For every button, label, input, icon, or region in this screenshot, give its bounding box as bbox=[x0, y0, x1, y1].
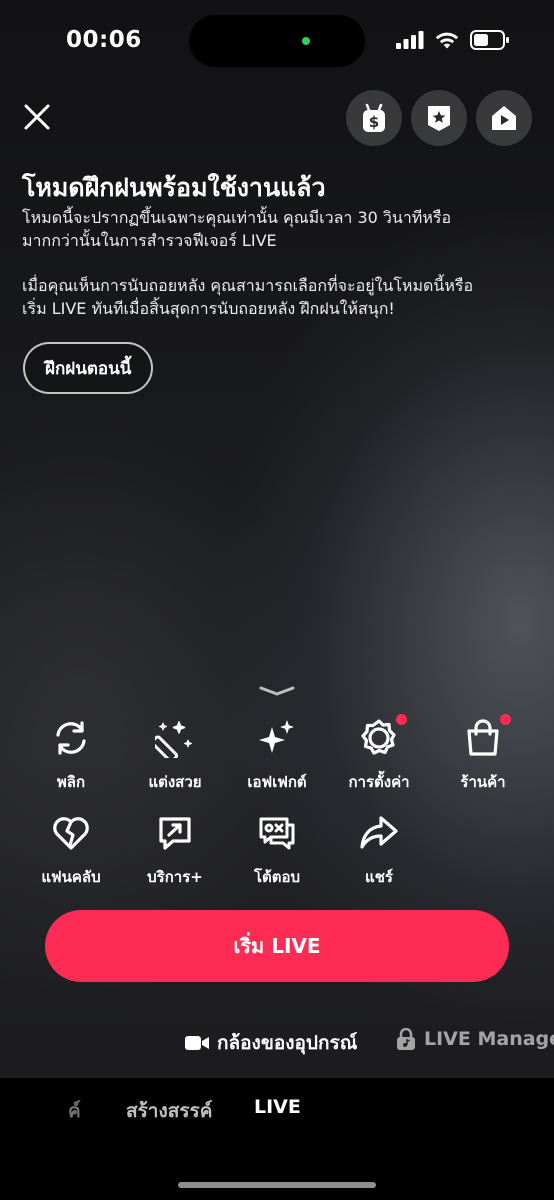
services-plus-icon bbox=[153, 811, 197, 855]
wifi-icon bbox=[435, 32, 459, 48]
mode-tab-live[interactable]: LIVE bbox=[254, 1096, 301, 1118]
signal-icon bbox=[396, 31, 424, 49]
home-indicator bbox=[178, 1182, 376, 1188]
tool-label: โต้ตอบ bbox=[253, 868, 301, 886]
settings-gear-icon bbox=[357, 714, 407, 760]
practice-description-2: เมื่อคุณเห็นการนับถอยหลัง คุณสามารถเลือก… bbox=[22, 274, 522, 320]
practice-description-1-line-1: โหมดนี้จะปรากฏขึ้นเฉพาะคุณเท่านั้น คุณมี… bbox=[22, 208, 452, 227]
interact-chat-icon bbox=[255, 811, 299, 855]
tool-services[interactable]: บริการ+ bbox=[130, 811, 220, 889]
notification-dot bbox=[396, 714, 407, 725]
close-icon bbox=[24, 104, 50, 130]
mode-tab-create[interactable]: สร้างสรรค์ bbox=[126, 1096, 212, 1126]
dynamic-island bbox=[189, 15, 365, 67]
device-camera-label: กล้องของอุปกรณ์ bbox=[217, 1032, 358, 1054]
live-home-icon bbox=[492, 106, 516, 130]
shopping-bag-icon bbox=[461, 714, 511, 760]
share-arrow-icon bbox=[357, 811, 401, 855]
tool-settings[interactable]: การตั้งค่า bbox=[334, 714, 424, 794]
flip-camera-icon bbox=[49, 716, 93, 760]
gift-money-button[interactable]: $ bbox=[346, 90, 402, 146]
svg-text:$: $ bbox=[369, 113, 379, 131]
beauty-wand-icon bbox=[153, 716, 197, 760]
tool-label: เอฟเฟกต์ bbox=[247, 773, 307, 791]
practice-description-2-line-1: เมื่อคุณเห็นการนับถอยหลัง คุณสามารถเลือก… bbox=[22, 276, 474, 295]
practice-now-button[interactable]: ฝึกฝนตอนนี้ bbox=[23, 342, 154, 394]
live-home-button[interactable] bbox=[476, 90, 532, 146]
lock-music-icon bbox=[397, 1028, 415, 1050]
tool-effects[interactable]: เอฟเฟกต์ bbox=[232, 716, 322, 794]
video-camera-icon bbox=[185, 1036, 209, 1050]
camera-indicator-dot bbox=[302, 37, 310, 45]
tool-interact[interactable]: โต้ตอบ bbox=[232, 811, 322, 889]
tool-fan-club[interactable]: แฟนคลับ bbox=[26, 811, 116, 889]
practice-description-1: โหมดนี้จะปรากฏขึ้นเฉพาะคุณเท่านั้น คุณมี… bbox=[22, 206, 522, 252]
status-icons bbox=[396, 30, 510, 50]
effects-sparkle-icon bbox=[255, 716, 299, 760]
status-time: 00:06 bbox=[66, 27, 142, 53]
tool-share[interactable]: แชร์ bbox=[334, 811, 424, 889]
ranking-badge-button[interactable] bbox=[411, 90, 467, 146]
go-live-button[interactable]: เริ่ม LIVE bbox=[45, 910, 509, 982]
device-camera-option[interactable]: กล้องของอุปกรณ์ bbox=[185, 1028, 357, 1058]
chevron-down-icon[interactable] bbox=[258, 684, 296, 698]
practice-mode-title: โหมดฝึกฝนพร้อมใช้งานแล้ว bbox=[22, 173, 326, 202]
tool-shop[interactable]: ร้านค้า bbox=[438, 714, 528, 794]
live-manager-option[interactable]: LIVE Manage bbox=[396, 1028, 554, 1050]
mode-tab-partial[interactable]: ค์ bbox=[68, 1096, 81, 1126]
close-button[interactable] bbox=[20, 100, 54, 134]
live-manager-label: LIVE Manage bbox=[424, 1028, 554, 1050]
fan-club-heart-icon bbox=[49, 811, 93, 855]
tool-label: ร้านค้า bbox=[460, 773, 506, 791]
notification-dot bbox=[500, 714, 511, 725]
tool-beauty[interactable]: แต่งสวย bbox=[130, 716, 220, 794]
tool-label: พลิก bbox=[56, 773, 86, 791]
tool-label: แชร์ bbox=[365, 868, 393, 886]
tool-flip[interactable]: พลิก bbox=[26, 716, 116, 794]
practice-description-1-line-2: มากกว่านั้นในการสำรวจฟีเจอร์ LIVE bbox=[22, 231, 277, 250]
tool-label: การตั้งค่า bbox=[348, 773, 410, 791]
tool-label: บริการ+ bbox=[147, 868, 203, 886]
practice-description-2-line-2: เริ่ม LIVE ทันทีเมื่อสิ้นสุดการนับถอยหลั… bbox=[22, 299, 395, 318]
gift-money-icon: $ bbox=[363, 103, 385, 132]
ranking-badge-icon bbox=[428, 106, 450, 131]
battery-icon bbox=[470, 30, 509, 50]
tool-label: แฟนคลับ bbox=[41, 868, 101, 886]
tool-label: แต่งสวย bbox=[148, 773, 202, 791]
